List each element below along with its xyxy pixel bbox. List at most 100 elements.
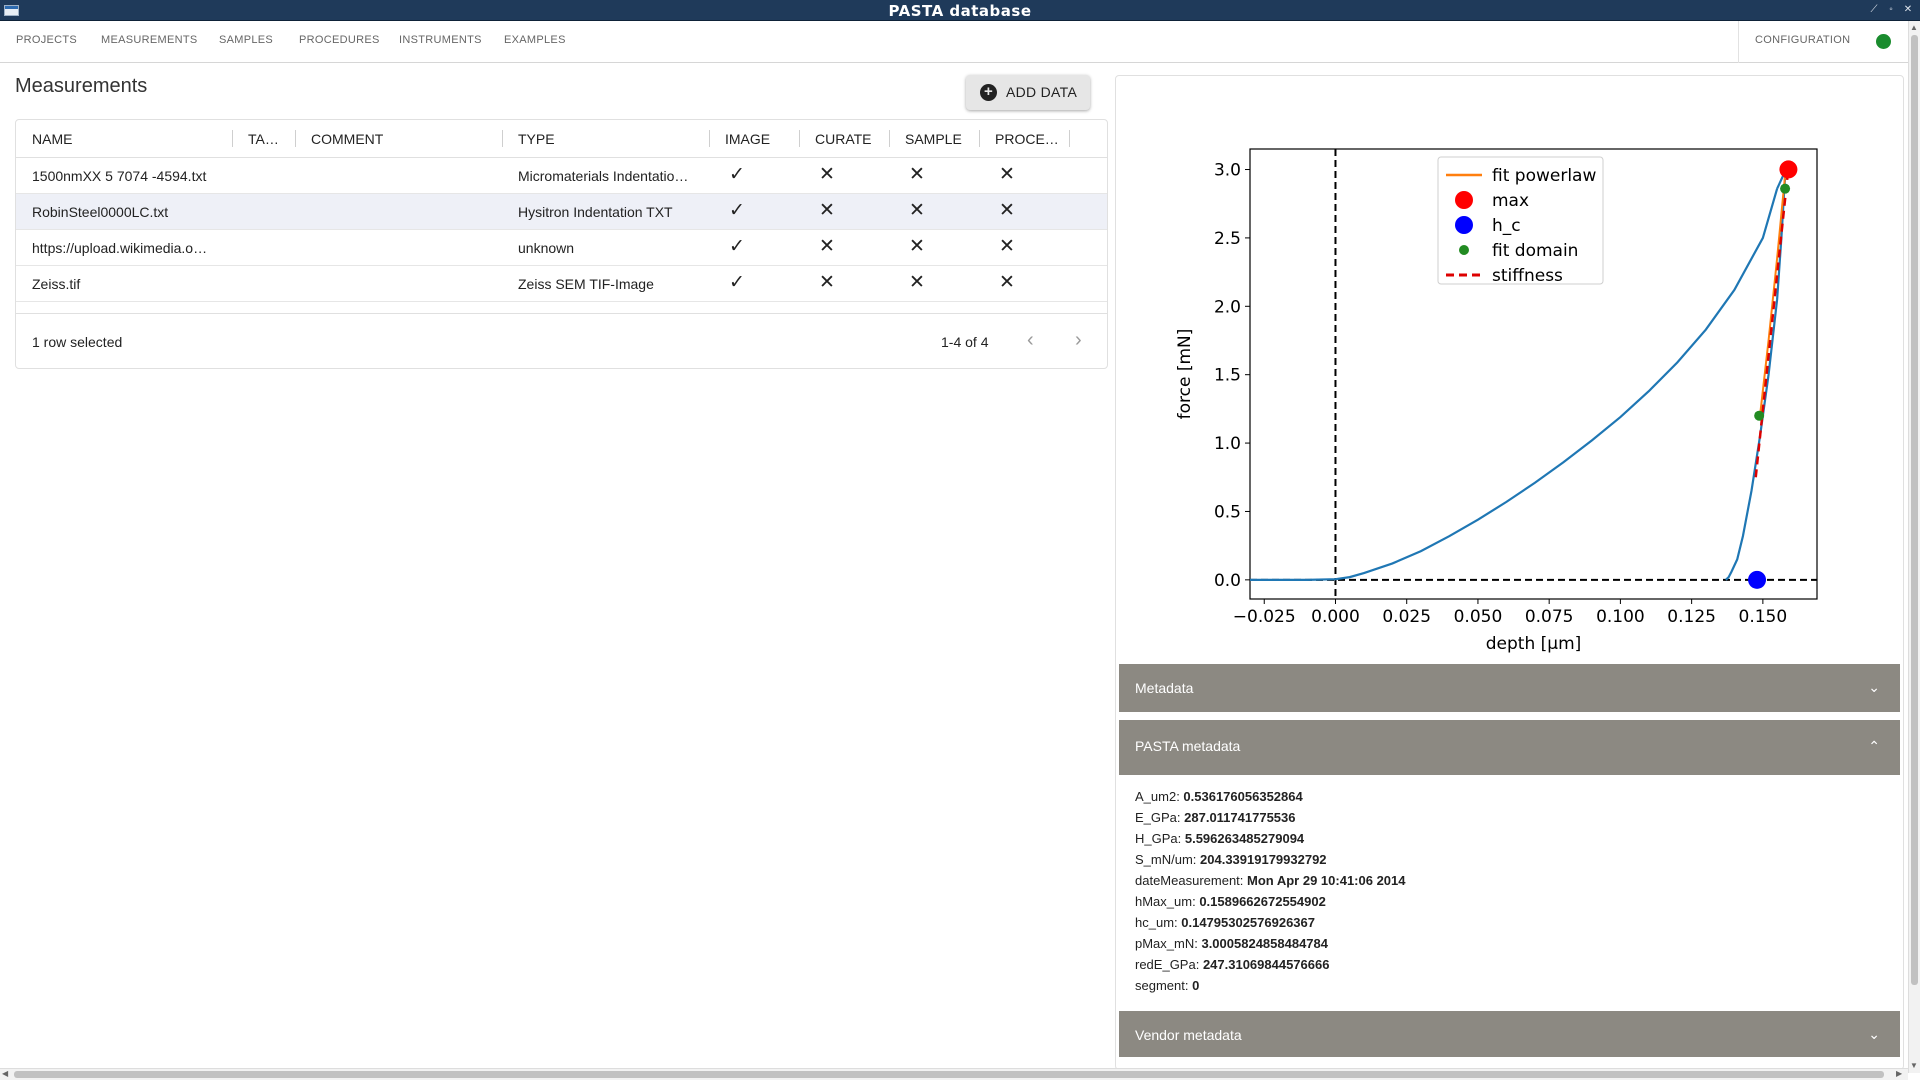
metadata-accordion[interactable]: Metadata ⌄	[1119, 664, 1900, 712]
column-header-tags[interactable]: TA…	[248, 131, 279, 147]
cross-icon: ✕	[999, 272, 1015, 293]
close-icon[interactable]: ✕	[1901, 3, 1915, 17]
column-separator[interactable]	[232, 130, 233, 147]
legend-label: max	[1492, 191, 1529, 211]
add-data-button[interactable]: + ADD DATA	[966, 75, 1090, 110]
metadata-key: segment:	[1135, 978, 1193, 993]
scroll-down-icon[interactable]: ▼	[1910, 1061, 1918, 1070]
column-header-procedure[interactable]: PROCE…	[995, 131, 1059, 147]
pasta-metadata-list: A_um2: 0.536176056352864 E_GPa: 287.01174…	[1135, 786, 1406, 996]
y-tick-label: 0.5	[1214, 502, 1241, 522]
metadata-value: 3.0005824858484784	[1201, 936, 1328, 951]
metadata-value: 0.14795302576926367	[1181, 915, 1316, 930]
column-separator[interactable]	[1069, 130, 1070, 147]
column-separator[interactable]	[979, 130, 980, 147]
tab-instruments[interactable]: INSTRUMENTS	[399, 34, 482, 46]
x-tick-label: 0.125	[1667, 607, 1716, 627]
check-icon: ✓	[729, 200, 745, 221]
column-separator[interactable]	[799, 130, 800, 147]
vertical-scroll-thumb[interactable]	[1911, 35, 1918, 985]
scroll-up-icon[interactable]: ▲	[1910, 23, 1918, 32]
column-separator[interactable]	[295, 130, 296, 147]
cell-type: Micromaterials Indentatio…	[518, 168, 689, 184]
cross-icon: ✕	[999, 164, 1015, 185]
metadata-entry: H_GPa: 5.596263485279094	[1135, 828, 1406, 849]
legend-marker	[1459, 245, 1469, 255]
cell-name[interactable]: RobinSteel0000LC.txt	[32, 204, 227, 220]
y-tick-label: 3.0	[1214, 161, 1241, 181]
column-header-type[interactable]: TYPE	[518, 131, 555, 147]
pasta-metadata-accordion[interactable]: PASTA metadata ⌃	[1119, 720, 1900, 775]
check-icon: ✓	[729, 272, 745, 293]
cell-type: Hysitron Indentation TXT	[518, 204, 673, 220]
vendor-metadata-accordion[interactable]: Vendor metadata ⌄	[1119, 1011, 1900, 1057]
chevron-down-icon: ⌄	[1868, 1026, 1880, 1042]
metadata-entry: dateMeasurement: Mon Apr 29 10:41:06 201…	[1135, 870, 1406, 891]
previous-page-icon[interactable]: ‹	[1027, 329, 1034, 352]
column-separator[interactable]	[502, 130, 503, 147]
metadata-value: 287.011741775536	[1184, 810, 1296, 825]
column-header-sample[interactable]: SAMPLE	[905, 131, 962, 147]
metadata-value: 247.31069844576666	[1202, 957, 1330, 972]
metadata-accordion-label: Metadata	[1135, 680, 1194, 696]
column-header-name[interactable]: NAME	[32, 131, 72, 147]
tab-examples[interactable]: EXAMPLES	[504, 34, 566, 46]
scroll-left-icon[interactable]: ◀	[2, 1069, 8, 1078]
cross-icon: ✕	[909, 164, 925, 185]
x-tick-label: 0.100	[1596, 607, 1645, 627]
pagination-info: 1-4 of 4	[941, 334, 989, 350]
legend-label: h_c	[1492, 216, 1521, 236]
hc-point	[1748, 570, 1767, 589]
metadata-value: 204.33919179932792	[1200, 852, 1327, 867]
tab-projects[interactable]: PROJECTS	[16, 34, 77, 46]
table-row[interactable]: https://upload.wikimedia.o… unknown ✓ ✕ ✕ ✕	[16, 230, 1107, 266]
top-navigation: PROJECTS MEASUREMENTS SAMPLES PROCEDURES…	[0, 21, 1908, 63]
metadata-key: hMax_um:	[1135, 894, 1200, 909]
column-separator[interactable]	[889, 130, 890, 147]
x-tick-label: 0.025	[1382, 607, 1431, 627]
table-row[interactable]: 1500nmXX 5 7074 -4594.txt Micromaterials …	[16, 158, 1107, 194]
tab-samples[interactable]: SAMPLES	[219, 34, 273, 46]
metadata-value: 0.536176056352864	[1183, 789, 1303, 804]
nav-divider	[1738, 21, 1739, 63]
minimize-icon[interactable]: ⟋	[1867, 3, 1881, 17]
cell-name[interactable]: 1500nmXX 5 7074 -4594.txt	[32, 168, 227, 184]
check-icon: ✓	[729, 164, 745, 185]
column-header-curate[interactable]: CURATE	[815, 131, 872, 147]
scroll-right-icon[interactable]: ▶	[1896, 1069, 1902, 1078]
metadata-key: dateMeasurement:	[1135, 873, 1248, 888]
cell-name[interactable]: Zeiss.tif	[32, 276, 227, 292]
tab-procedures[interactable]: PROCEDURES	[299, 34, 380, 46]
cross-icon: ✕	[909, 200, 925, 221]
maximize-icon[interactable]: ◦	[1884, 3, 1898, 17]
next-page-icon[interactable]: ›	[1075, 329, 1082, 352]
horizontal-scrollbar[interactable]: ◀ ▶	[0, 1068, 1908, 1080]
y-tick-label: 1.0	[1214, 434, 1241, 454]
x-tick-label: 0.050	[1454, 607, 1503, 627]
column-header-image[interactable]: IMAGE	[725, 131, 770, 147]
cross-icon: ✕	[819, 272, 835, 293]
table-row[interactable]: RobinSteel0000LC.txt Hysitron Indentation…	[16, 194, 1107, 230]
column-separator[interactable]	[709, 130, 710, 147]
vertical-scrollbar[interactable]: ▲ ▼	[1908, 21, 1920, 1073]
table-row[interactable]: Zeiss.tif Zeiss SEM TIF-Image ✓ ✕ ✕ ✕	[16, 266, 1107, 302]
metadata-value: 5.596263485279094	[1184, 831, 1305, 846]
column-header-comment[interactable]: COMMENT	[311, 131, 383, 147]
cross-icon: ✕	[999, 200, 1015, 221]
tab-measurements[interactable]: MEASUREMENTS	[101, 34, 198, 46]
y-tick-label: 2.0	[1214, 297, 1241, 317]
metadata-entry: hMax_um: 0.1589662672554902	[1135, 891, 1406, 912]
y-tick-label: 1.5	[1214, 366, 1241, 386]
check-icon: ✓	[729, 236, 745, 257]
x-tick-label: 0.075	[1525, 607, 1574, 627]
metadata-value: 0.1589662672554902	[1199, 894, 1326, 909]
fit-domain-point	[1754, 410, 1765, 421]
tab-configuration[interactable]: CONFIGURATION	[1755, 34, 1850, 46]
legend-marker	[1455, 191, 1473, 209]
add-circle-icon: +	[980, 84, 997, 101]
cross-icon: ✕	[819, 236, 835, 257]
selection-count: 1 row selected	[32, 334, 123, 350]
metadata-entry: E_GPa: 287.011741775536	[1135, 807, 1406, 828]
horizontal-scroll-thumb[interactable]	[14, 1071, 1884, 1078]
cell-name[interactable]: https://upload.wikimedia.o…	[32, 240, 227, 256]
